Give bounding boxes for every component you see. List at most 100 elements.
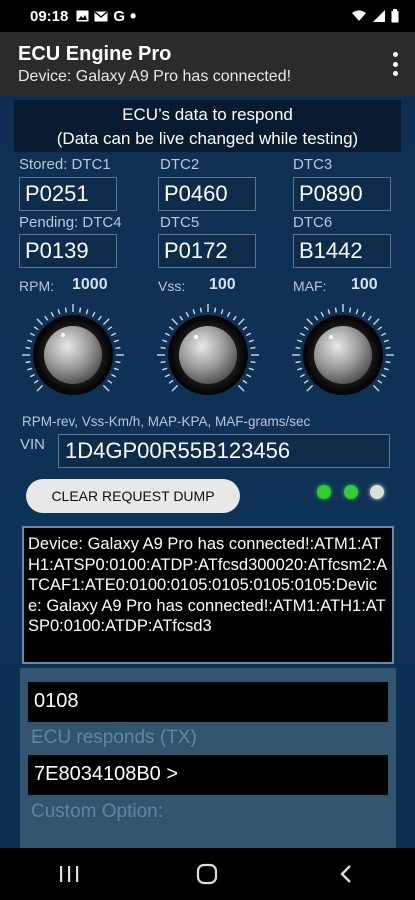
battery-icon [391, 9, 399, 23]
knob-tick [36, 384, 44, 392]
heading-line1: ECU’s data to respond [122, 105, 293, 124]
knob-tick [91, 311, 96, 318]
status-led-3 [370, 485, 384, 499]
knob-tick [199, 307, 202, 313]
knob-tick [29, 373, 36, 378]
dtc6-label: DTC6 [293, 214, 333, 231]
back-icon [340, 865, 351, 883]
status-led-1 [317, 485, 331, 499]
home-button[interactable] [177, 854, 237, 894]
dtc4-field[interactable]: P0139 [19, 234, 117, 268]
dtc3-label: DTC3 [293, 156, 333, 173]
vss-label: Vss: [158, 278, 186, 294]
navigation-bar [0, 848, 415, 900]
knob-tick [245, 373, 252, 378]
knob-tick [113, 339, 119, 343]
knob-tick [25, 346, 31, 349]
knob-tick [306, 318, 314, 326]
knob-tick [36, 318, 44, 326]
knob-tick [97, 315, 102, 321]
mail-icon [94, 10, 108, 21]
recent-apps-button[interactable] [39, 854, 99, 894]
knob-tick [162, 367, 168, 371]
knob-tick [164, 332, 171, 337]
vin-field[interactable]: 1D4GP00R55B123456 [58, 434, 390, 468]
response-field[interactable]: 7E8034108B0 > [28, 755, 388, 795]
maf-label: MAF: [293, 278, 327, 294]
knob-tick [64, 307, 67, 313]
knob-tick [29, 332, 36, 337]
home-icon [197, 863, 218, 885]
knob-tick [327, 309, 331, 315]
knob-tick [27, 367, 33, 371]
knob-tick [380, 332, 387, 337]
knob-tick [171, 318, 179, 326]
knob-tick [160, 346, 166, 349]
request-log[interactable]: Device: Galaxy A9 Pro has connected!:ATM… [22, 526, 394, 664]
dtc1-field[interactable]: P0251 [19, 177, 117, 211]
knob-tick [314, 315, 319, 321]
knob-tick [102, 384, 110, 392]
knob-tick [295, 361, 301, 364]
status-right-icons [351, 9, 399, 23]
knob-tick [242, 379, 248, 384]
knob-tick [113, 367, 119, 371]
knob-tick [185, 311, 190, 318]
status-left-icons: G • [76, 6, 137, 26]
dtc5-field[interactable]: P0172 [158, 234, 256, 268]
knob-tick [320, 311, 325, 318]
knob-tick [110, 373, 117, 378]
knob-tick [214, 307, 217, 313]
maf-knob[interactable] [283, 303, 403, 403]
dtc3-field[interactable]: P0890 [293, 177, 391, 211]
knob-tick [306, 384, 314, 392]
knob-tick [297, 367, 303, 371]
vss-knob[interactable] [148, 303, 268, 403]
knob-tick [168, 379, 174, 384]
knob-tick [248, 367, 254, 371]
knob-tick [115, 346, 121, 349]
knob-tick [115, 361, 121, 364]
knob-tick [171, 384, 179, 392]
ecu-responds-label: ECU responds (TX) [31, 727, 197, 748]
clear-request-dump-button[interactable]: CLEAR REQUEST DUMP [26, 479, 240, 513]
app-subtitle: Device: Galaxy A9 Pro has connected! [18, 68, 292, 85]
app-bar: ECU Engine Pro Device: Galaxy A9 Pro has… [0, 32, 415, 96]
knob-tick [377, 379, 383, 384]
knob-tick [380, 373, 387, 378]
dtc6-field[interactable]: B1442 [293, 234, 391, 268]
back-button[interactable] [316, 854, 376, 894]
status-led-2 [344, 485, 358, 499]
knob-tick [367, 315, 372, 321]
knob-tick [237, 384, 245, 392]
wifi-icon [352, 10, 366, 21]
bottom-panel: 0108 ECU responds (TX) 7E8034108B0 > Cus… [20, 668, 396, 848]
knob-tick [377, 326, 383, 331]
custom-option-label: Custom Option: [31, 801, 163, 822]
knob-tick [237, 318, 245, 326]
heading-line2: (Data can be live changed while testing) [56, 129, 359, 148]
knob-tick [107, 326, 113, 331]
knob-tick [299, 373, 306, 378]
dtc2-field[interactable]: P0460 [158, 177, 256, 211]
vin-label: VIN [20, 436, 46, 453]
main-panel: ECU’s data to respond (Data can be live … [0, 96, 415, 848]
knob-tick [372, 384, 380, 392]
knob-tick [57, 309, 61, 315]
knob-tick [27, 339, 33, 343]
knob-tick [372, 318, 380, 326]
rpm-knob[interactable] [13, 303, 133, 403]
overflow-menu-icon[interactable] [389, 52, 401, 76]
knob-tick [179, 315, 184, 321]
dot-icon: • [130, 6, 137, 26]
recent-apps-icon [60, 866, 79, 882]
knob-tick [242, 326, 248, 331]
dtc2-label: DTC2 [160, 156, 200, 173]
request-field[interactable]: 0108 [28, 682, 388, 722]
rpm-value: 1000 [72, 276, 108, 293]
knob-tick [355, 309, 359, 315]
knob-tick [85, 309, 89, 315]
knob-tick [295, 346, 301, 349]
knob-tick [250, 361, 256, 364]
knob-tick [297, 339, 303, 343]
